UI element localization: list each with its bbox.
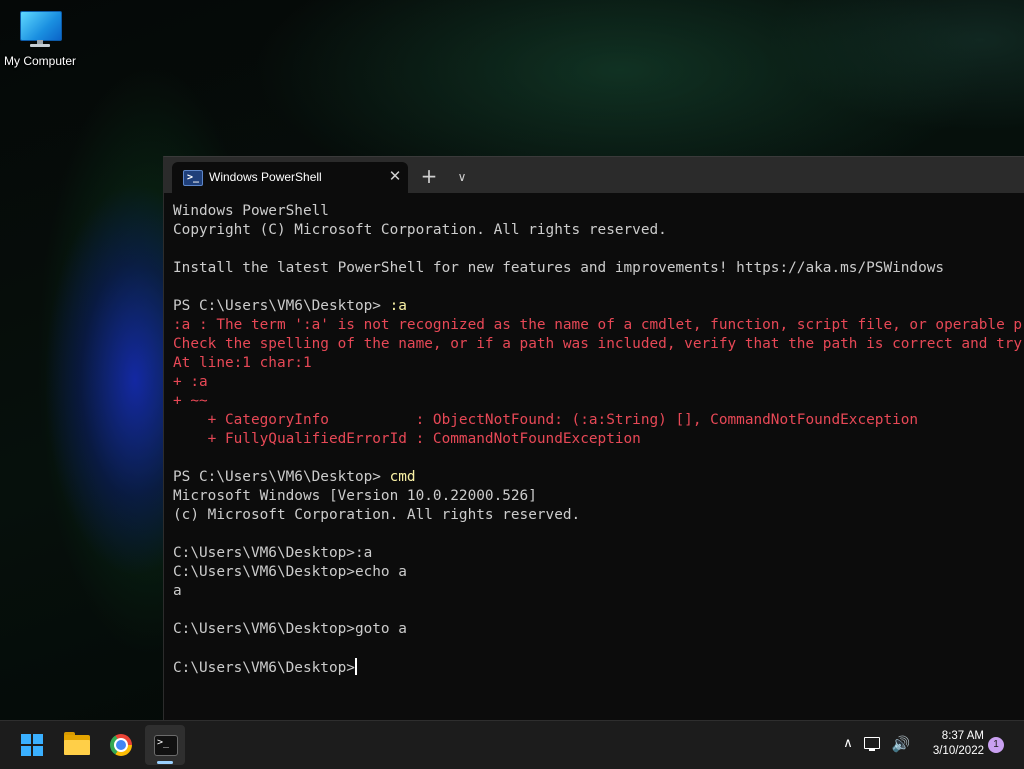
clock-time: 8:37 AM — [941, 730, 984, 742]
taskbar: >_ ∧ 🔊 8:37 AM 3/10/2022 1 — [0, 720, 1024, 769]
prompt-text: C:\Users\VM6\Desktop> — [173, 660, 355, 676]
powershell-icon: >_ — [183, 170, 203, 186]
desktop-icon-my-computer[interactable]: My Computer — [2, 8, 78, 76]
console-line: Microsoft Windows [Version 10.0.22000.52… — [173, 488, 537, 504]
clock[interactable]: 8:37 AM 3/10/2022 — [916, 729, 984, 759]
console-line: a — [173, 583, 182, 599]
text-cursor — [354, 658, 357, 675]
error-line: + ~~ — [173, 393, 208, 409]
terminal-window[interactable]: >_ Windows PowerShell ✕ + ∨ Windows Powe… — [163, 156, 1024, 720]
show-hidden-icons-chevron-icon[interactable]: ∧ — [838, 733, 858, 755]
start-button[interactable] — [12, 725, 52, 765]
console-line: PS C:\Users\VM6\Desktop> :a — [173, 297, 1024, 316]
error-line: + FullyQualifiedErrorId : CommandNotFoun… — [173, 431, 641, 447]
active-indicator — [157, 761, 173, 764]
error-line: + :a — [173, 374, 208, 390]
clock-date: 3/10/2022 — [932, 745, 984, 757]
console-line: PS C:\Users\VM6\Desktop> cmd — [173, 468, 1024, 487]
tab-title: Windows PowerShell — [209, 170, 322, 184]
console-line: C:\Users\VM6\Desktop>echo a — [173, 564, 407, 580]
console-line: C:\Users\VM6\Desktop>goto a — [173, 621, 407, 637]
volume-icon[interactable]: 🔊 — [890, 733, 912, 755]
monitor-icon — [19, 8, 62, 50]
console-line: (c) Microsoft Corporation. All rights re… — [173, 507, 581, 523]
chrome-button[interactable] — [101, 725, 141, 765]
console-output[interactable]: Windows PowerShell Copyright (C) Microso… — [173, 202, 1024, 720]
error-line: Check the spelling of the name, or if a … — [173, 336, 1024, 352]
error-line: At line:1 char:1 — [173, 355, 312, 371]
console-line: Windows PowerShell — [173, 203, 329, 219]
desktop-background: My Computer >_ Windows PowerShell ✕ + ∨ … — [0, 0, 1024, 720]
new-tab-button[interactable]: + — [417, 165, 441, 189]
network-icon[interactable] — [864, 736, 882, 752]
desktop-icon-label: My Computer — [3, 54, 77, 68]
file-explorer-button[interactable] — [57, 725, 97, 765]
terminal-titlebar[interactable]: >_ Windows PowerShell ✕ + ∨ — [164, 157, 1024, 193]
tab-windows-powershell[interactable]: >_ Windows PowerShell ✕ — [172, 162, 408, 193]
console-input-line[interactable]: C:\Users\VM6\Desktop> — [173, 658, 1024, 677]
prompt-text: PS C:\Users\VM6\Desktop> — [173, 469, 390, 485]
command-text: cmd — [389, 469, 416, 485]
prompt-text: PS C:\Users\VM6\Desktop> — [173, 298, 390, 314]
console-line: Install the latest PowerShell for new fe… — [173, 260, 945, 276]
error-line: :a : The term ':a' is not recognized as … — [173, 317, 1024, 333]
notification-badge[interactable]: 1 — [988, 737, 1004, 753]
tab-dropdown-button[interactable]: ∨ — [450, 165, 474, 189]
close-tab-icon[interactable]: ✕ — [386, 166, 404, 186]
terminal-button[interactable]: >_ — [145, 725, 185, 765]
console-line: Copyright (C) Microsoft Corporation. All… — [173, 222, 667, 238]
windows-start-icon — [21, 734, 43, 756]
command-text: :a — [389, 298, 407, 314]
console-line: C:\Users\VM6\Desktop>:a — [173, 545, 373, 561]
error-line: + CategoryInfo : ObjectNotFound: (:a:Str… — [173, 412, 919, 428]
